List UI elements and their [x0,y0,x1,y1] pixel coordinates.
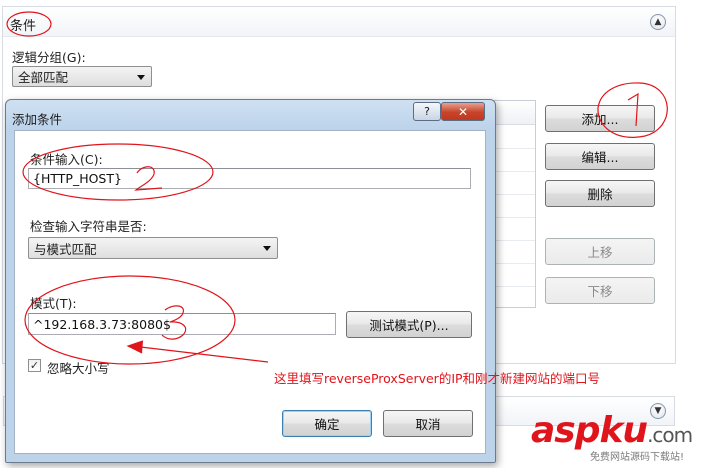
watermark-logo: aspku.com [531,410,693,451]
annotation-circle-pattern [24,275,236,365]
annotation-layer [6,11,668,365]
annotation-arrowhead [126,340,144,354]
annotation-arrow [131,345,269,363]
annotation-digit-2 [134,166,163,191]
annotation-note: 这里填写reverseProxServer的IP和刚才新建网站的端口号 [274,371,601,386]
annotation-digit-1 [627,92,639,127]
annotation-digit-3 [161,305,187,340]
annotation-circle-add [597,82,668,138]
annotation-circle-title [6,11,52,37]
annotation-circle-condition [22,143,214,201]
watermark-tagline: 免费网站源码下载站! [590,452,685,463]
